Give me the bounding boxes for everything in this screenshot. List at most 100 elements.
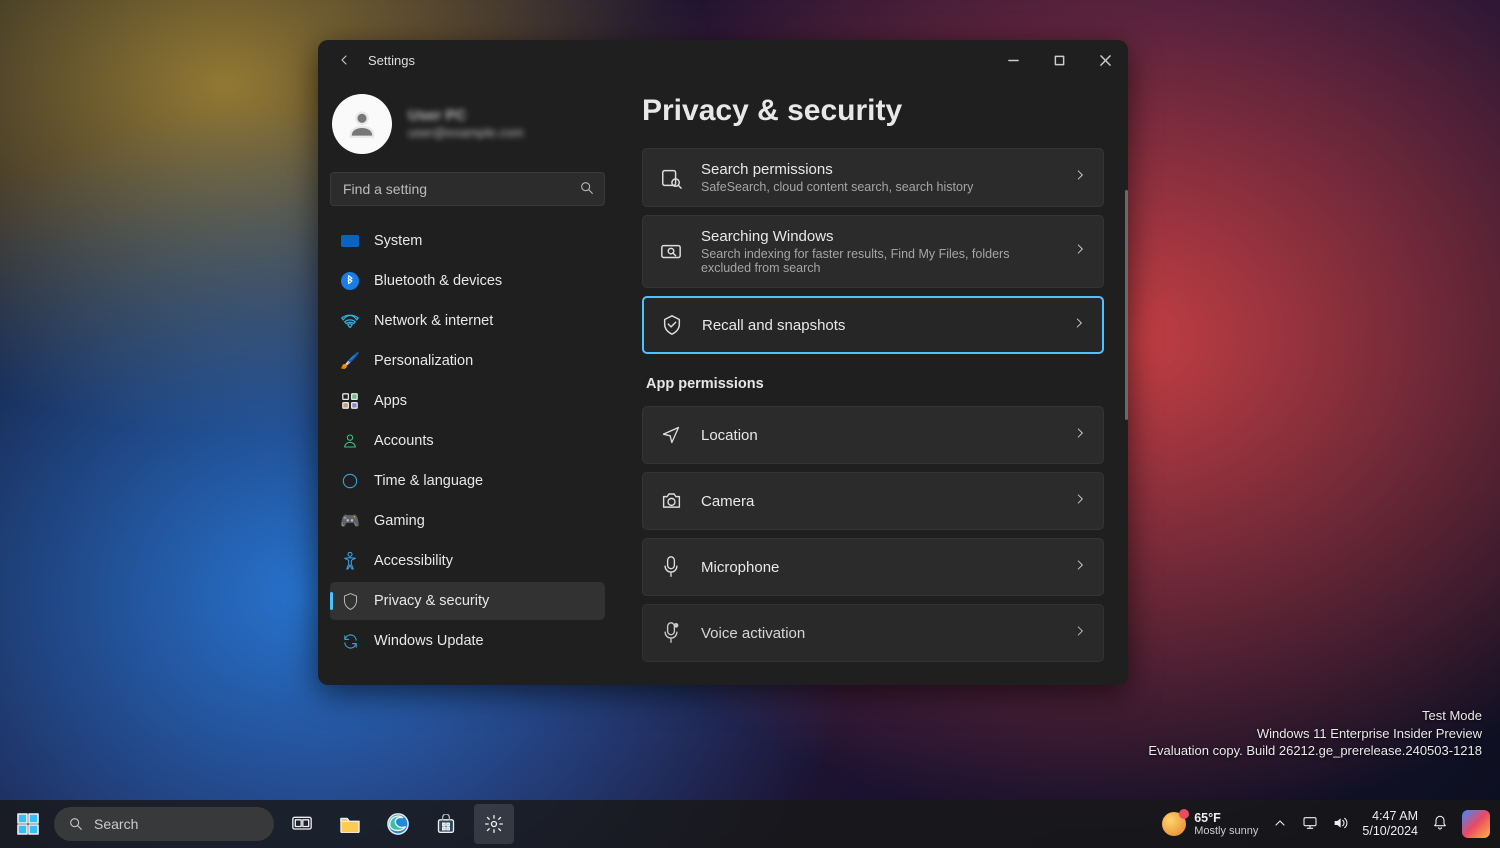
nav-bluetooth[interactable]: Bluetooth & devices [330, 262, 605, 300]
nav-privacy[interactable]: Privacy & security [330, 582, 605, 620]
profile-block[interactable]: User PC user@example.com [330, 88, 605, 170]
card-search-permissions[interactable]: Search permissions SafeSearch, cloud con… [642, 148, 1104, 207]
search-input[interactable] [330, 172, 605, 206]
recall-icon [660, 314, 684, 336]
card-recall-snapshots[interactable]: Recall and snapshots [642, 296, 1104, 354]
nav-gaming[interactable]: 🎮 Gaming [330, 502, 605, 540]
nav-system[interactable]: System [330, 222, 605, 260]
nav-accessibility[interactable]: Accessibility [330, 542, 605, 580]
nav-label: Apps [374, 393, 407, 409]
tray-volume-icon[interactable] [1332, 815, 1348, 834]
nav-label: Privacy & security [374, 593, 489, 609]
profile-name: User PC [408, 106, 524, 126]
tray-monitor-icon[interactable] [1302, 815, 1318, 834]
clock-icon [340, 471, 360, 491]
nav-label: System [374, 233, 422, 249]
card-microphone[interactable]: Microphone [642, 538, 1104, 596]
settings-window: Settings User PC user@example.com [318, 40, 1128, 685]
camera-icon [659, 492, 683, 510]
settings-taskbar-button[interactable] [474, 804, 514, 844]
person-icon [340, 431, 360, 451]
scrollbar-thumb[interactable] [1125, 190, 1128, 420]
card-searching-windows[interactable]: Searching Windows Search indexing for fa… [642, 215, 1104, 288]
nav-label: Windows Update [374, 633, 484, 649]
nav-label: Time & language [374, 473, 483, 489]
tray-time: 4:47 AM [1362, 809, 1418, 824]
search-icon [579, 180, 595, 201]
store-button[interactable] [426, 804, 466, 844]
sidebar-search [330, 172, 605, 206]
card-title: Location [701, 427, 1055, 444]
start-button[interactable] [10, 806, 46, 842]
nav-time[interactable]: Time & language [330, 462, 605, 500]
system-icon [340, 231, 360, 251]
desktop-watermark: Test Mode Windows 11 Enterprise Insider … [1148, 707, 1482, 760]
sidebar: User PC user@example.com System Bluetoot… [318, 80, 618, 685]
chevron-right-icon [1073, 426, 1087, 445]
titlebar: Settings [318, 40, 1128, 80]
nav-label: Accessibility [374, 553, 453, 569]
avatar [332, 94, 392, 154]
card-title: Microphone [701, 559, 1055, 576]
nav-accounts[interactable]: Accounts [330, 422, 605, 460]
card-location[interactable]: Location [642, 406, 1104, 464]
card-camera[interactable]: Camera [642, 472, 1104, 530]
nav-list: System Bluetooth & devices Network & int… [330, 222, 605, 660]
card-title: Searching Windows [701, 228, 1055, 245]
card-voice-activation[interactable]: Voice activation [642, 604, 1104, 662]
nav-update[interactable]: Windows Update [330, 622, 605, 660]
chevron-right-icon [1072, 316, 1086, 335]
maximize-button[interactable] [1036, 40, 1082, 80]
page-title: Privacy & security [642, 94, 1104, 128]
task-view-button[interactable] [282, 804, 322, 844]
weather-icon [1162, 812, 1186, 836]
searching-windows-icon [659, 241, 683, 263]
card-title: Camera [701, 493, 1055, 510]
weather-desc: Mostly sunny [1194, 825, 1258, 837]
nav-label: Gaming [374, 513, 425, 529]
weather-widget[interactable]: 65°F Mostly sunny [1162, 811, 1258, 837]
nav-label: Network & internet [374, 313, 493, 329]
taskbar-search[interactable]: Search [54, 807, 274, 841]
search-permissions-icon [659, 167, 683, 189]
window-title: Settings [368, 53, 415, 68]
chevron-right-icon [1073, 558, 1087, 577]
brush-icon: 🖌️ [340, 351, 360, 371]
nav-label: Personalization [374, 353, 473, 369]
location-icon [659, 425, 683, 445]
nav-network[interactable]: Network & internet [330, 302, 605, 340]
accessibility-icon [340, 551, 360, 571]
close-button[interactable] [1082, 40, 1128, 80]
edge-button[interactable] [378, 804, 418, 844]
microphone-icon [659, 556, 683, 578]
chevron-right-icon [1073, 242, 1087, 261]
content-pane: Privacy & security Search permissions Sa… [618, 80, 1128, 685]
taskbar-search-placeholder: Search [94, 816, 138, 832]
system-tray: 65°F Mostly sunny 4:47 AM 5/10/2024 [1162, 809, 1490, 839]
tray-chevron-icon[interactable] [1272, 815, 1288, 834]
wifi-icon [340, 311, 360, 331]
tray-notifications-icon[interactable] [1432, 815, 1448, 834]
minimize-button[interactable] [990, 40, 1036, 80]
watermark-line: Test Mode [1148, 707, 1482, 725]
nav-label: Accounts [374, 433, 434, 449]
nav-apps[interactable]: Apps [330, 382, 605, 420]
tray-date: 5/10/2024 [1362, 824, 1418, 839]
back-button[interactable] [326, 42, 362, 78]
nav-personalization[interactable]: 🖌️ Personalization [330, 342, 605, 380]
gamepad-icon: 🎮 [340, 511, 360, 531]
nav-label: Bluetooth & devices [374, 273, 502, 289]
chevron-right-icon [1073, 624, 1087, 643]
taskbar: Search 65°F Mostly sunny 4:47 AM 5/10/20… [0, 800, 1500, 848]
file-explorer-button[interactable] [330, 804, 370, 844]
copilot-button[interactable] [1462, 810, 1490, 838]
voice-icon [659, 622, 683, 644]
tray-clock[interactable]: 4:47 AM 5/10/2024 [1362, 809, 1418, 839]
card-title: Voice activation [701, 625, 1055, 642]
update-icon [340, 631, 360, 651]
chevron-right-icon [1073, 492, 1087, 511]
card-subtitle: SafeSearch, cloud content search, search… [701, 180, 1055, 194]
watermark-line: Evaluation copy. Build 26212.ge_prerelea… [1148, 742, 1482, 760]
profile-email: user@example.com [408, 125, 524, 142]
section-app-permissions: App permissions [646, 376, 1104, 392]
